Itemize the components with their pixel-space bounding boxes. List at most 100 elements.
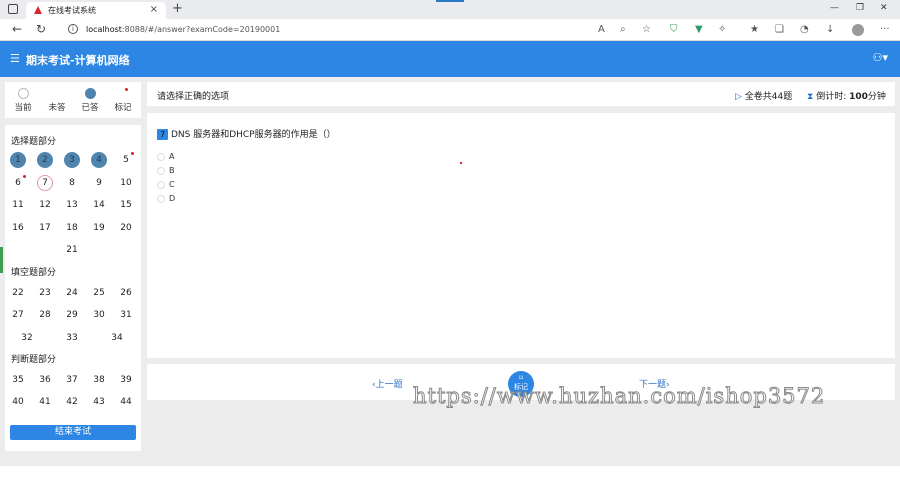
- instruction-text: 请选择正确的选项: [157, 92, 230, 102]
- question-button-25[interactable]: 25: [91, 285, 107, 301]
- question-button-37[interactable]: 37: [64, 372, 80, 388]
- window-menu-icon[interactable]: [8, 4, 18, 14]
- radio-icon[interactable]: [157, 194, 165, 203]
- question-button-19[interactable]: 19: [91, 220, 107, 236]
- question-button-41[interactable]: 41: [37, 394, 53, 410]
- collections-icon[interactable]: ❏: [775, 24, 784, 35]
- address-bar: ← ↻ i localhost:8088/#/answer?examCode=2…: [0, 19, 900, 41]
- question-button-5[interactable]: 5: [118, 152, 134, 168]
- question-button-14[interactable]: 14: [91, 197, 107, 213]
- question-number-badge: 7: [157, 129, 168, 140]
- question-button-18[interactable]: 18: [64, 220, 80, 236]
- option-a[interactable]: A: [157, 152, 174, 161]
- marked-dot-icon: [117, 88, 129, 99]
- question-button-44[interactable]: 44: [118, 394, 134, 410]
- option-d[interactable]: D: [157, 194, 175, 203]
- prev-question-button[interactable]: ‹上一题: [372, 377, 403, 390]
- option-b[interactable]: B: [157, 166, 175, 175]
- question-button-8[interactable]: 8: [64, 175, 80, 191]
- radio-icon[interactable]: [157, 166, 165, 175]
- browser-tab[interactable]: 在线考试系统 ×: [26, 2, 166, 19]
- radio-icon[interactable]: [157, 152, 165, 161]
- question-button-17[interactable]: 17: [37, 220, 53, 236]
- question-button-32[interactable]: 32: [19, 330, 35, 346]
- option-c[interactable]: C: [157, 180, 175, 189]
- question-button-9[interactable]: 9: [91, 175, 107, 191]
- favorite-add-icon[interactable]: ☆: [642, 24, 651, 35]
- question-button-15[interactable]: 15: [118, 197, 134, 213]
- question-button-39[interactable]: 39: [118, 372, 134, 388]
- question-button-1[interactable]: 1: [10, 152, 26, 168]
- new-tab-icon[interactable]: +: [172, 1, 183, 16]
- question-button-10[interactable]: 10: [118, 175, 134, 191]
- maximize-icon[interactable]: ❐: [856, 3, 864, 13]
- question-button-20[interactable]: 20: [118, 220, 134, 236]
- end-exam-button[interactable]: 结束考试: [10, 425, 136, 440]
- play-icon: ▷: [735, 92, 742, 102]
- status-legend: 当前 未答 已答 标记: [5, 82, 141, 118]
- judge-section-title: 判断题部分: [11, 355, 57, 365]
- close-tab-icon[interactable]: ×: [150, 4, 158, 15]
- question-button-16[interactable]: 16: [10, 220, 26, 236]
- question-button-11[interactable]: 11: [10, 197, 26, 213]
- question-button-40[interactable]: 40: [10, 394, 26, 410]
- question-button-35[interactable]: 35: [10, 372, 26, 388]
- history-icon[interactable]: ◔: [800, 24, 809, 35]
- question-button-36[interactable]: 36: [37, 372, 53, 388]
- download-icon[interactable]: ↓: [826, 24, 834, 35]
- info-icon[interactable]: i: [68, 24, 78, 34]
- zoom-icon[interactable]: ⌕: [620, 24, 626, 35]
- question-button-24[interactable]: 24: [64, 285, 80, 301]
- close-window-icon[interactable]: ✕: [880, 3, 888, 13]
- question-button-2[interactable]: 2: [37, 152, 53, 168]
- question-button-31[interactable]: 31: [118, 307, 134, 323]
- more-menu-icon[interactable]: ···: [880, 24, 890, 35]
- bookmark-icon: ⌑: [519, 374, 523, 382]
- question-button-33[interactable]: 33: [64, 330, 80, 346]
- question-button-4[interactable]: 4: [91, 152, 107, 168]
- menu-icon[interactable]: ☰: [10, 52, 20, 65]
- question-button-7[interactable]: 7: [37, 175, 53, 191]
- question-button-43[interactable]: 43: [91, 394, 107, 410]
- total-questions: ▷ 全卷共44题: [735, 92, 793, 102]
- radio-icon[interactable]: [157, 180, 165, 189]
- question-button-13[interactable]: 13: [64, 197, 80, 213]
- legend-current: 当前: [8, 88, 38, 113]
- browser-tab-bar: 在线考试系统 × + — ❐ ✕: [0, 0, 900, 19]
- question-card: 7 DNS 服务器和DHCP服务器的作用是（） A B C D: [147, 113, 895, 358]
- url-field[interactable]: i localhost:8088/#/answer?examCode=20190…: [62, 21, 582, 39]
- question-button-6[interactable]: 6: [10, 175, 26, 191]
- legend-answered: 已答: [75, 88, 105, 113]
- url-path: :8088/#/answer?examCode=20190001: [121, 25, 281, 34]
- question-button-28[interactable]: 28: [37, 307, 53, 323]
- question-button-26[interactable]: 26: [118, 285, 134, 301]
- read-aloud-icon[interactable]: A: [598, 24, 605, 35]
- profile-avatar[interactable]: [852, 24, 864, 36]
- favorites-icon[interactable]: ★: [750, 24, 759, 35]
- question-button-21[interactable]: 21: [64, 242, 80, 258]
- warning-icon: [34, 6, 42, 14]
- question-button-3[interactable]: 3: [64, 152, 80, 168]
- reload-icon[interactable]: ↻: [36, 22, 46, 36]
- question-button-23[interactable]: 23: [37, 285, 53, 301]
- tab-title: 在线考试系统: [48, 6, 96, 15]
- extensions-icon[interactable]: ✧: [718, 24, 726, 35]
- choice-section-title: 选择题部分: [11, 137, 57, 147]
- question-text: DNS 服务器和DHCP服务器的作用是（）: [171, 130, 336, 140]
- vue-extension-icon[interactable]: ▼: [695, 24, 703, 35]
- url-host: localhost: [86, 25, 122, 34]
- question-button-38[interactable]: 38: [91, 372, 107, 388]
- question-button-22[interactable]: 22: [10, 285, 26, 301]
- question-button-12[interactable]: 12: [37, 197, 53, 213]
- question-button-42[interactable]: 42: [64, 394, 80, 410]
- side-scroll-handle[interactable]: [0, 247, 3, 273]
- back-icon[interactable]: ←: [12, 22, 22, 36]
- question-button-34[interactable]: 34: [109, 330, 125, 346]
- question-info-bar: 请选择正确的选项 ▷ 全卷共44题 ⧗ 倒计时: 100分钟: [147, 82, 895, 106]
- question-button-29[interactable]: 29: [64, 307, 80, 323]
- user-dropdown-icon[interactable]: ⚇▾: [873, 51, 888, 64]
- shield-extension-icon[interactable]: ⛉: [670, 24, 678, 35]
- question-button-30[interactable]: 30: [91, 307, 107, 323]
- minimize-icon[interactable]: —: [830, 3, 839, 13]
- question-button-27[interactable]: 27: [10, 307, 26, 323]
